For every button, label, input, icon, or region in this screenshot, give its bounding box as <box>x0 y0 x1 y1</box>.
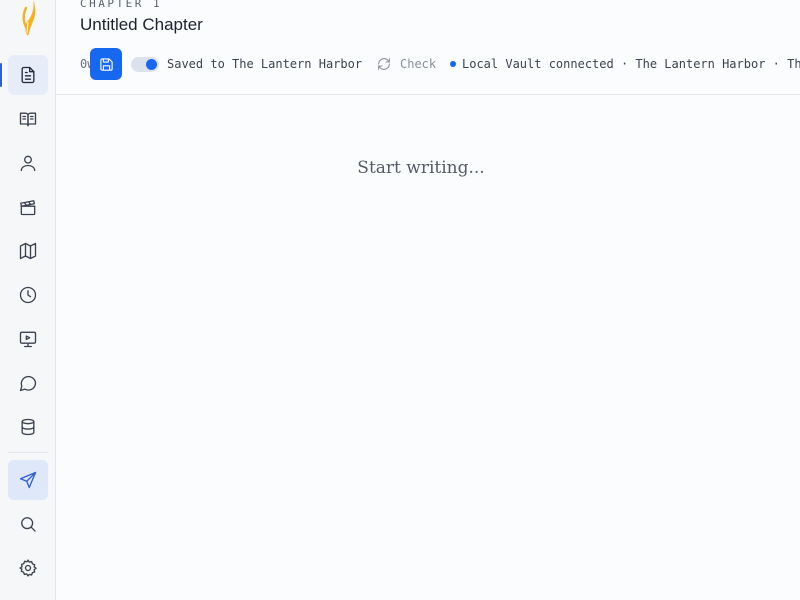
sidebar-item-database[interactable] <box>8 407 48 447</box>
sidebar-item-map[interactable] <box>8 231 48 271</box>
settings-gear-icon <box>19 559 37 577</box>
chapter-label: CHAPTER 1 <box>80 0 163 10</box>
sidebar-item-publish[interactable] <box>8 460 48 500</box>
send-icon <box>19 471 37 489</box>
autosave-toggle[interactable] <box>131 57 159 72</box>
chapter-title[interactable]: Untitled Chapter <box>80 15 203 35</box>
search-icon <box>21 517 36 532</box>
editor-placeholder[interactable]: Start writing... <box>56 158 786 178</box>
sidebar-item-book[interactable] <box>8 99 48 139</box>
sidebar-item-document[interactable] <box>0 55 48 95</box>
editor-area[interactable]: Start writing... <box>56 96 800 600</box>
user-icon <box>20 155 36 172</box>
toggle-knob <box>146 59 157 70</box>
clock-icon <box>19 286 37 304</box>
database-icon <box>21 418 35 436</box>
presentation-icon <box>19 331 37 348</box>
sidebar-item-chat[interactable] <box>8 363 48 403</box>
quill-logo-icon <box>14 0 42 40</box>
vault-connection-status: Local Vault connected · The Lantern Harb… <box>462 57 800 71</box>
sidebar-item-settings[interactable] <box>8 548 48 588</box>
map-icon <box>19 242 37 260</box>
save-button[interactable] <box>90 48 122 80</box>
sidebar-item-characters[interactable] <box>8 143 48 183</box>
document-icon <box>21 66 35 84</box>
book-open-icon <box>19 112 37 127</box>
check-button[interactable]: Check <box>376 55 436 73</box>
chapter-header: CHAPTER 1 Untitled Chapter 0w Saved to T… <box>56 0 800 95</box>
sidebar-item-scenes[interactable] <box>8 187 48 227</box>
check-label: Check <box>400 57 437 71</box>
clapperboard-icon <box>20 200 36 216</box>
sidebar-item-presentation[interactable] <box>8 319 48 359</box>
connection-status-dot <box>450 61 456 67</box>
sidebar-item-search[interactable] <box>8 504 48 544</box>
sidebar-item-timeline[interactable] <box>8 275 48 315</box>
editor-toolbar: 0w Saved to The Lantern Harbor Check Loc… <box>80 48 800 80</box>
refresh-icon <box>378 58 390 70</box>
save-status-text: Saved to The Lantern Harbor <box>167 57 363 71</box>
save-floppy-icon <box>99 57 113 71</box>
sidebar-divider <box>8 452 48 453</box>
message-circle-icon <box>19 375 37 392</box>
sidebar <box>0 0 56 600</box>
